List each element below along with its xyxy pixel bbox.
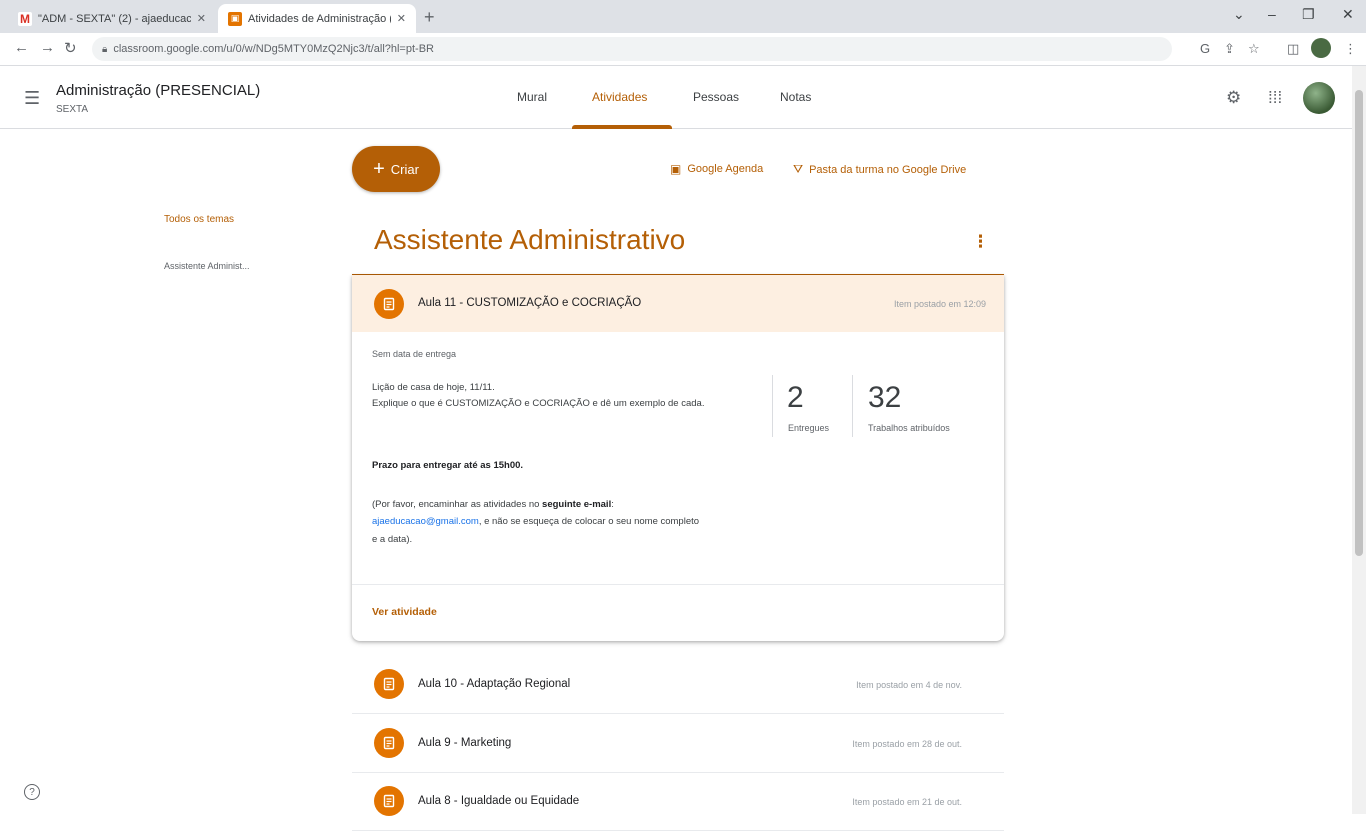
posted-date: Item postado em 12:09 — [893, 299, 986, 309]
bookmark-star-icon[interactable]: ☆ — [1248, 41, 1260, 57]
url-text: classroom.google.com/u/0/w/NDg5MTY0MzQ2N… — [113, 43, 434, 55]
assignment-icon — [374, 728, 404, 758]
side-panel-icon[interactable]: ◫ — [1287, 41, 1299, 57]
assignment-title: Aula 8 - Igualdade ou Equidade — [418, 795, 580, 807]
turned-in-count[interactable]: 2 — [787, 381, 804, 415]
drive-label: Pasta da turma no Google Drive — [809, 163, 967, 176]
tab-pessoas[interactable]: Pessoas — [693, 66, 739, 128]
topic-item[interactable]: Assistente Administ... — [164, 261, 284, 271]
tab-mural[interactable]: Mural — [517, 66, 547, 128]
classroom-icon: ▣ — [228, 11, 242, 26]
hamburger-menu-icon[interactable]: ☰ — [24, 88, 40, 109]
class-settings-icon[interactable]: ⚙ — [1226, 88, 1241, 108]
assignment-row[interactable]: Aula 8 - Igualdade ou Equidade Item post… — [352, 773, 1004, 831]
address-bar[interactable]: 🔒︎ classroom.google.com/u/0/w/NDg5MTY0Mz… — [92, 37, 1172, 61]
tab-notas[interactable]: Notas — [780, 66, 811, 128]
back-icon[interactable]: ← — [14, 39, 29, 56]
assignment-row[interactable]: Aula 9 - Marketing Item postado em 28 de… — [352, 715, 1004, 773]
expanded-assignment-card: Aula 11 - CUSTOMIZAÇÃO e COCRIAÇÃO Item … — [352, 275, 1004, 641]
chrome-menu-icon[interactable]: ⋮ — [1344, 41, 1357, 57]
classroom-header: ☰ Administração (PRESENCIAL) SEXTA Mural… — [0, 66, 1352, 129]
lock-icon: 🔒︎ — [102, 43, 108, 55]
instructions-line: ajaeducacao@gmail.com, e não se esqueça … — [372, 516, 700, 527]
new-tab-button[interactable]: + — [424, 7, 435, 28]
create-label: Criar — [390, 161, 419, 177]
forward-icon[interactable]: → — [40, 39, 55, 56]
description-line: Lição de casa de hoje, 11/11. — [372, 382, 495, 393]
assigned-count[interactable]: 32 — [868, 381, 901, 415]
assignment-title: Aula 10 - Adaptação Regional — [418, 678, 571, 690]
drive-folder-link[interactable]: ⛛ Pasta da turma no Google Drive — [793, 162, 966, 177]
active-tab-indicator — [572, 125, 672, 129]
instructions-line: e a data). — [372, 534, 413, 545]
close-tab-icon[interactable]: ✕ — [397, 12, 406, 25]
apps-grid-icon[interactable]: ⁞⁞⁞ — [1268, 88, 1282, 108]
gmail-icon: M — [18, 11, 32, 26]
assignment-icon — [374, 786, 404, 816]
tab-title: "ADM - SEXTA" (2) - ajaeducaca — [38, 12, 191, 25]
assignment-title: Aula 11 - CUSTOMIZAÇÃO e COCRIAÇÃO — [418, 297, 642, 309]
tab-title: Atividades de Administração (P — [248, 12, 391, 25]
assignment-row[interactable]: Aula 10 - Adaptação Regional Item postad… — [352, 656, 1004, 714]
browser-toolbar: ← → ↻ 🔒︎ classroom.google.com/u/0/w/NDg5… — [0, 33, 1366, 66]
card-divider — [352, 584, 1004, 585]
google-icon[interactable]: G — [1200, 41, 1210, 56]
more-options-icon[interactable]: ⋮ — [972, 232, 989, 252]
turned-in-label: Entregues — [788, 423, 830, 433]
browser-tab-strip: M "ADM - SEXTA" (2) - ajaeducaca ✕ ▣ Ati… — [0, 0, 1366, 33]
posted-date: Item postado em 28 de out. — [852, 739, 962, 749]
avatar[interactable] — [1303, 82, 1335, 114]
google-calendar-link[interactable]: ▣ Google Agenda — [670, 162, 763, 176]
view-assignment-link[interactable]: Ver atividade — [372, 606, 437, 618]
tab-search-icon[interactable]: ⌄ — [1233, 6, 1245, 23]
stat-divider — [772, 375, 773, 437]
reload-icon[interactable]: ↻ — [64, 39, 77, 57]
topic-all[interactable]: Todos os temas — [164, 214, 234, 225]
help-icon[interactable]: ? — [24, 784, 40, 800]
posted-date: Item postado em 21 de out. — [852, 797, 962, 807]
topic-heading: Assistente Administrativo — [374, 224, 686, 255]
assignment-icon — [374, 669, 404, 699]
share-icon[interactable]: ⇪ — [1224, 41, 1235, 57]
email-link[interactable]: ajaeducacao@gmail.com — [372, 516, 479, 527]
assigned-label: Trabalhos atribuídos — [868, 423, 950, 433]
create-button[interactable]: + Criar — [352, 146, 440, 192]
plus-icon: + — [373, 157, 385, 180]
drive-folder-icon: ⛛ — [793, 162, 804, 176]
assignment-title: Aula 9 - Marketing — [418, 737, 512, 749]
assignment-icon — [374, 289, 404, 319]
due-date: Sem data de entrega — [372, 349, 457, 359]
class-section: SEXTA — [56, 104, 89, 115]
description-line: Explique o que é CUSTOMIZAÇÃO e COCRIAÇÃ… — [372, 398, 705, 409]
calendar-icon: ▣ — [670, 162, 682, 176]
scrollbar-thumb[interactable] — [1355, 90, 1363, 556]
assignment-header[interactable]: Aula 11 - CUSTOMIZAÇÃO e COCRIAÇÃO Item … — [352, 275, 1004, 332]
stat-divider — [852, 375, 853, 437]
profile-avatar[interactable] — [1311, 38, 1331, 58]
maximize-icon[interactable]: ❐ — [1302, 6, 1315, 23]
calendar-label: Google Agenda — [687, 163, 764, 175]
close-window-icon[interactable]: ✕ — [1342, 6, 1354, 23]
instructions-line: (Por favor, encaminhar as atividades no … — [372, 499, 614, 510]
minimize-icon[interactable]: – — [1268, 6, 1276, 22]
class-title[interactable]: Administração (PRESENCIAL) — [56, 82, 260, 99]
posted-date: Item postado em 4 de nov. — [856, 680, 962, 690]
close-tab-icon[interactable]: ✕ — [197, 12, 206, 25]
browser-tab-classroom[interactable]: ▣ Atividades de Administração (P ✕ — [218, 4, 416, 33]
deadline-text: Prazo para entregar até as 15h00. — [372, 460, 524, 471]
browser-tab-gmail[interactable]: M "ADM - SEXTA" (2) - ajaeducaca ✕ — [8, 4, 216, 33]
tab-atividades[interactable]: Atividades — [592, 66, 647, 128]
